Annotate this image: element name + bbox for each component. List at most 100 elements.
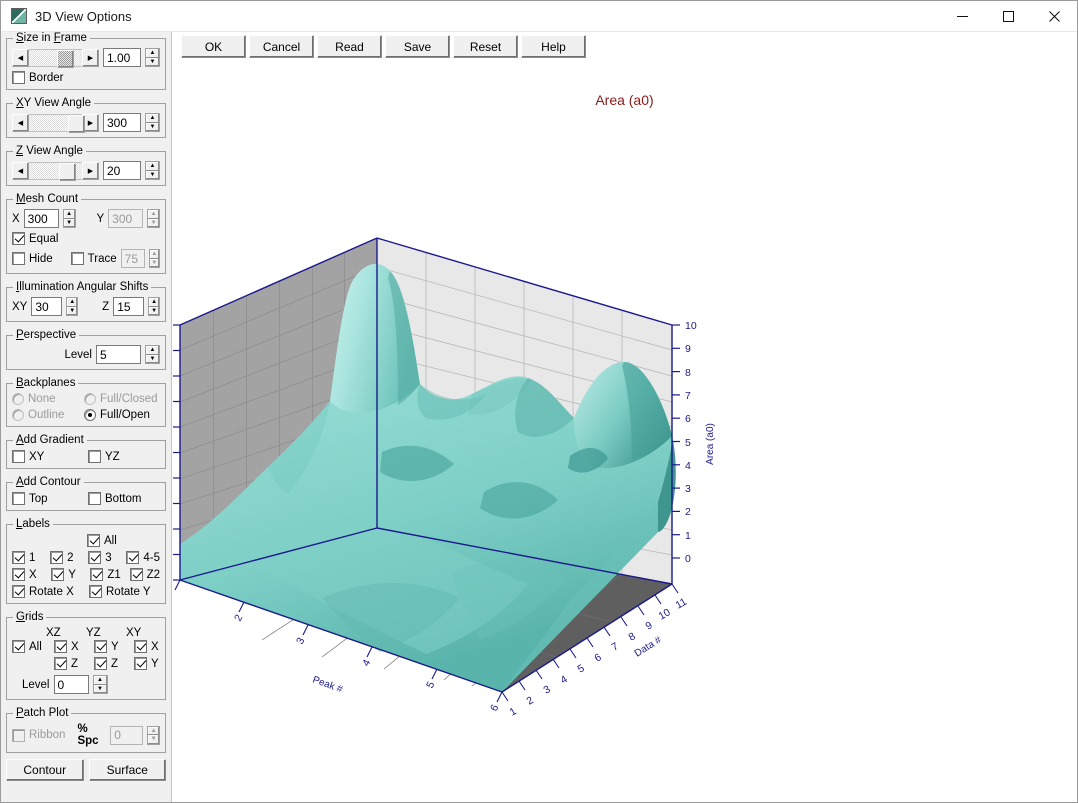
- checkbox-box[interactable]: [88, 551, 102, 564]
- grids-yz-z-checkbox[interactable]: Z: [94, 657, 130, 670]
- checkbox-box[interactable]: [12, 71, 25, 84]
- radio-box[interactable]: [84, 409, 96, 421]
- checkbox-box[interactable]: [12, 492, 25, 505]
- checkbox-box[interactable]: [87, 534, 100, 547]
- patch-spc-input: 0: [110, 725, 144, 745]
- illum-xy-input[interactable]: 30: [31, 297, 63, 316]
- checkbox-box[interactable]: [88, 492, 101, 505]
- surface-plot-3d[interactable]: 0 1 2 3 4 5 6 7 8 9 10 Area (a0) 2 3 4 5…: [172, 32, 1077, 802]
- checkbox-box[interactable]: [129, 568, 143, 581]
- checkbox-box[interactable]: [94, 640, 107, 653]
- size-in-frame-slider[interactable]: ◀ ▶: [12, 48, 99, 68]
- mesh-y-spinner: ▲ ▼: [147, 209, 160, 228]
- checkbox-box[interactable]: [89, 585, 102, 598]
- maximize-button[interactable]: [985, 1, 1031, 32]
- perspective-level-input[interactable]: 5: [96, 345, 141, 364]
- size-in-frame-spinner[interactable]: ▲ ▼: [145, 48, 160, 67]
- radio-box[interactable]: [12, 393, 24, 405]
- checkbox-box[interactable]: [12, 640, 25, 653]
- checkbox-box[interactable]: [50, 551, 64, 564]
- backplane-full-closed-radio[interactable]: Full/Closed: [84, 393, 158, 405]
- size-in-frame-input[interactable]: 1.00: [103, 48, 141, 67]
- slider-left-arrow-icon[interactable]: ◀: [12, 48, 29, 67]
- labels-z2-checkbox[interactable]: Z2: [129, 568, 160, 581]
- xy-view-angle-slider[interactable]: ◀ ▶: [12, 113, 99, 133]
- labels-1-checkbox[interactable]: 1: [12, 551, 46, 564]
- mesh-hide-checkbox[interactable]: Hide: [12, 252, 53, 265]
- checkbox-box[interactable]: [70, 252, 84, 265]
- checkbox-box[interactable]: [12, 232, 25, 245]
- illum-xy-spinner[interactable]: ▲ ▼: [66, 297, 79, 316]
- border-checkbox[interactable]: Border: [12, 71, 64, 84]
- grids-xy-y-checkbox[interactable]: Y: [134, 657, 159, 670]
- backplane-full-open-radio[interactable]: Full/Open: [84, 409, 150, 421]
- illum-z-spinner[interactable]: ▲ ▼: [148, 297, 160, 316]
- checkbox-box[interactable]: [12, 585, 25, 598]
- labels-45-checkbox[interactable]: 4-5: [126, 551, 160, 564]
- checkbox-box[interactable]: [12, 450, 25, 463]
- contour-button[interactable]: Contour: [6, 759, 84, 781]
- labels-3-checkbox[interactable]: 3: [88, 551, 122, 564]
- mesh-trace-checkbox[interactable]: Trace: [70, 252, 117, 265]
- checkbox-box[interactable]: [51, 568, 65, 581]
- grids-xy-x-checkbox[interactable]: X: [134, 640, 159, 653]
- checkbox-box[interactable]: [12, 551, 25, 564]
- mesh-equal-checkbox[interactable]: Equal: [12, 232, 58, 245]
- labels-y-checkbox[interactable]: Y: [51, 568, 86, 581]
- slider-left-arrow-icon[interactable]: ◀: [12, 113, 29, 132]
- mesh-x-input[interactable]: 300: [23, 209, 59, 228]
- slider-thumb[interactable]: [58, 162, 76, 181]
- slider-right-arrow-icon[interactable]: ▶: [82, 161, 99, 180]
- grids-level-spinner[interactable]: ▲ ▼: [92, 675, 108, 694]
- perspective-level-spinner[interactable]: ▲ ▼: [145, 345, 160, 364]
- slider-track[interactable]: [29, 161, 82, 181]
- checkbox-box[interactable]: [12, 252, 25, 265]
- backplane-outline-radio[interactable]: Outline: [12, 409, 80, 421]
- slider-track[interactable]: [29, 113, 86, 133]
- group-mesh-count: Mesh Count X 300 ▲ ▼ Y 300 ▲ ▼ Equal Hid…: [6, 193, 166, 274]
- labels-rotate-x-checkbox[interactable]: Rotate X: [12, 585, 85, 598]
- slider-track[interactable]: [29, 48, 82, 68]
- grids-level-input[interactable]: 0: [53, 675, 89, 694]
- xy-view-angle-spinner[interactable]: ▲ ▼: [145, 113, 160, 132]
- labels-rotate-y-checkbox[interactable]: Rotate Y: [89, 585, 151, 598]
- checkbox-box[interactable]: [88, 450, 101, 463]
- xy-view-angle-input[interactable]: 300: [103, 113, 141, 132]
- checkbox-box[interactable]: [12, 568, 25, 581]
- grids-all-checkbox[interactable]: All: [12, 640, 50, 653]
- slider-right-arrow-icon[interactable]: ▶: [82, 48, 99, 67]
- slider-left-arrow-icon[interactable]: ◀: [12, 161, 29, 180]
- gradient-yz-checkbox[interactable]: YZ: [88, 450, 120, 463]
- radio-box[interactable]: [84, 393, 96, 405]
- contour-bottom-checkbox[interactable]: Bottom: [88, 492, 141, 505]
- checkbox-box[interactable]: [54, 657, 67, 670]
- illum-z-input[interactable]: 15: [113, 297, 145, 316]
- contour-top-checkbox[interactable]: Top: [12, 492, 84, 505]
- mesh-x-spinner[interactable]: ▲ ▼: [62, 209, 76, 228]
- checkbox-box[interactable]: [134, 640, 147, 653]
- slider-thumb[interactable]: [68, 114, 86, 133]
- surface-button[interactable]: Surface: [88, 759, 166, 781]
- grids-xz-x-checkbox[interactable]: X: [54, 640, 90, 653]
- gradient-xy-checkbox[interactable]: XY: [12, 450, 84, 463]
- checkbox-box[interactable]: [54, 640, 67, 653]
- svg-text:2: 2: [525, 694, 536, 707]
- slider-thumb[interactable]: [56, 49, 74, 68]
- labels-z1-checkbox[interactable]: Z1: [90, 568, 125, 581]
- z-view-angle-slider[interactable]: ◀ ▶: [12, 161, 99, 181]
- labels-all-checkbox[interactable]: All: [87, 534, 117, 547]
- checkbox-box[interactable]: [90, 568, 104, 581]
- checkbox-box[interactable]: [134, 657, 147, 670]
- checkbox-box[interactable]: [94, 657, 107, 670]
- grids-xz-z-checkbox[interactable]: Z: [54, 657, 90, 670]
- close-button[interactable]: [1031, 1, 1077, 32]
- labels-2-checkbox[interactable]: 2: [50, 551, 84, 564]
- backplane-none-radio[interactable]: None: [12, 393, 80, 405]
- z-view-angle-input[interactable]: 20: [103, 161, 141, 180]
- radio-box[interactable]: [12, 409, 24, 421]
- checkbox-box[interactable]: [126, 551, 140, 564]
- minimize-button[interactable]: [939, 1, 985, 32]
- grids-yz-y-checkbox[interactable]: Y: [94, 640, 130, 653]
- labels-x-checkbox[interactable]: X: [12, 568, 47, 581]
- z-view-angle-spinner[interactable]: ▲ ▼: [145, 161, 160, 180]
